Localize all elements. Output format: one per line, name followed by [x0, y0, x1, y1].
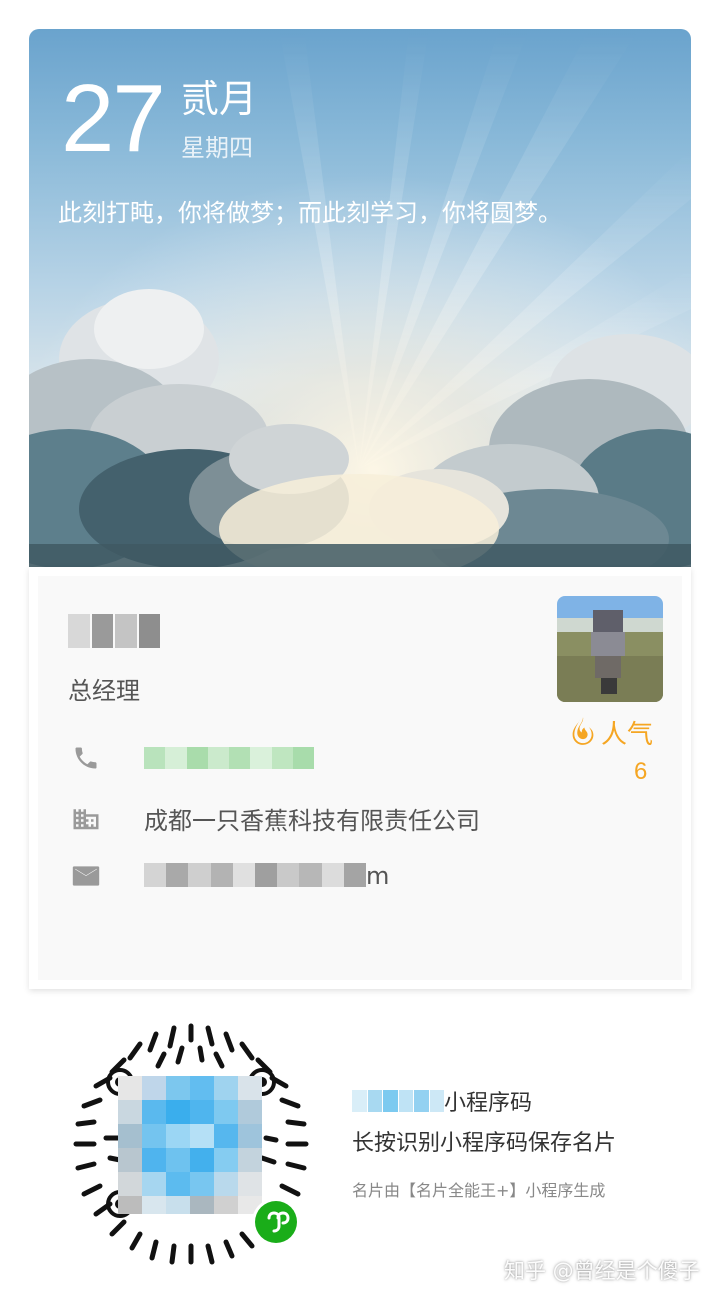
fire-icon: [569, 716, 597, 750]
qr-title-suffix: 小程序码: [444, 1091, 533, 1116]
popularity-label: 人气: [601, 720, 654, 750]
mini-program-badge-icon: [252, 1198, 300, 1246]
watermark: 知乎 @曾经是个傻子: [504, 1259, 700, 1283]
date-weekday: 星期四: [181, 134, 253, 162]
mail-icon: [68, 858, 104, 894]
qr-footnote: 名片由【名片全能王+】小程序生成: [352, 1181, 606, 1200]
popularity-count: 6: [634, 758, 648, 785]
popularity: 人气: [569, 714, 653, 751]
mini-program-code[interactable]: [66, 1018, 316, 1268]
company-name: 成都一只香蕉科技有限责任公司: [144, 806, 480, 835]
hero-banner: 27 贰月 星期四 此刻打盹，你将做梦；而此刻学习，你将圆梦。: [29, 29, 691, 567]
app-name-redacted: [352, 1090, 444, 1112]
job-title: 总经理: [68, 677, 140, 705]
company-row: 成都一只香蕉科技有限责任公司: [68, 798, 480, 838]
person-name-redacted: [68, 614, 160, 648]
phone-number-redacted: [144, 747, 314, 769]
date-month: 贰月: [181, 77, 258, 121]
phone-icon: [68, 740, 104, 776]
email-row[interactable]: m: [68, 856, 389, 896]
date-day: 27: [61, 65, 166, 172]
qr-title: 小程序码: [352, 1084, 532, 1118]
email-suffix: m: [366, 862, 390, 890]
avatar: [557, 596, 663, 702]
business-card: 总经理 成都一只香蕉科技有限责任公司 m 人气 6: [29, 567, 691, 989]
building-icon: [68, 800, 104, 836]
qr-hint: 长按识别小程序码保存名片: [352, 1131, 617, 1156]
motto-quote: 此刻打盹，你将做梦；而此刻学习，你将圆梦。: [58, 199, 562, 227]
phone-row[interactable]: [68, 738, 314, 778]
email-redacted: [144, 863, 367, 887]
card-body: 总经理 成都一只香蕉科技有限责任公司 m 人气 6: [38, 576, 682, 980]
